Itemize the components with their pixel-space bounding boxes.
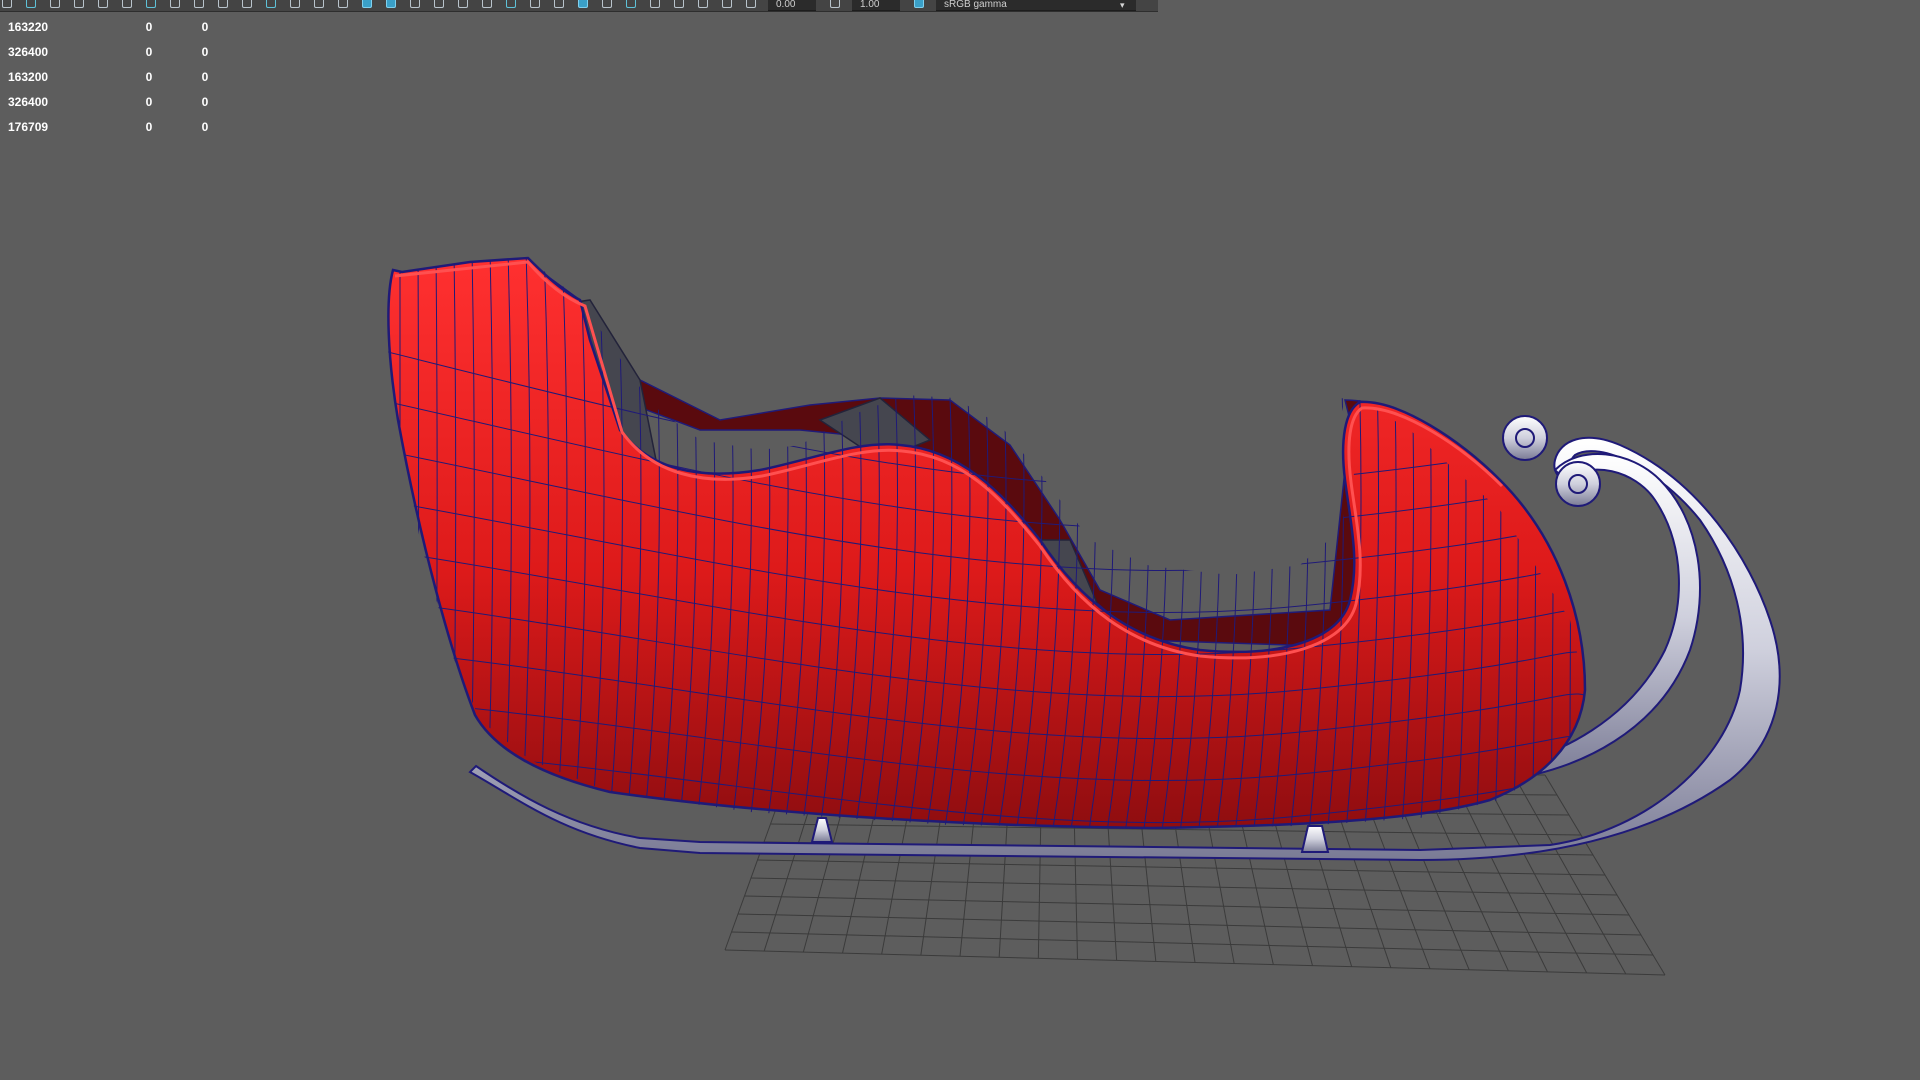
runner-curl-lower <box>1555 461 1601 507</box>
runner-curl-upper <box>1502 415 1548 461</box>
runner-strut-left <box>810 817 834 843</box>
runner-strut-right <box>1300 825 1330 853</box>
viewport-3d[interactable] <box>0 0 1920 1080</box>
sleigh-body <box>385 256 1587 830</box>
